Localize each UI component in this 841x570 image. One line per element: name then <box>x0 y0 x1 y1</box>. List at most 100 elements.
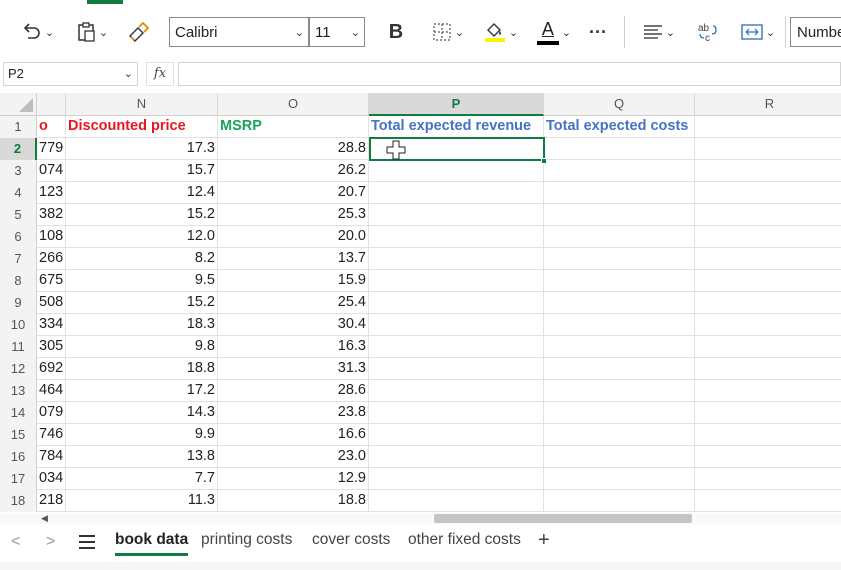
cell-n6[interactable]: 12.0 <box>66 226 218 248</box>
cell-r9[interactable] <box>695 292 841 314</box>
cell-o4[interactable]: 20.7 <box>218 182 369 204</box>
cell-p8[interactable] <box>369 270 544 292</box>
cell-p4[interactable] <box>369 182 544 204</box>
cell-q17[interactable] <box>544 468 695 490</box>
cell-r2[interactable] <box>695 138 841 160</box>
bold-button[interactable]: B <box>382 16 410 48</box>
sheet-tab-printing-costs[interactable]: printing costs <box>201 530 292 556</box>
formula-input[interactable] <box>178 62 841 86</box>
cell-m13[interactable]: 464 <box>37 380 66 402</box>
column-header-r[interactable]: R <box>695 93 841 116</box>
name-box[interactable]: P2 ⌄ <box>3 62 138 86</box>
number-format-select[interactable]: Number <box>790 17 841 47</box>
cell-o14[interactable]: 23.8 <box>218 402 369 424</box>
sheet-tab-other-fixed-costs[interactable]: other fixed costs <box>408 530 521 556</box>
scroll-left-icon[interactable]: ◀ <box>41 513 48 524</box>
cell-q10[interactable] <box>544 314 695 336</box>
cell-q2[interactable] <box>544 138 695 160</box>
cell-n3[interactable]: 15.7 <box>66 160 218 182</box>
cell-m2[interactable]: 779 <box>37 138 66 160</box>
wrap-text-button[interactable]: ab c <box>694 16 720 48</box>
cell-n8[interactable]: 9.5 <box>66 270 218 292</box>
cell-p9[interactable] <box>369 292 544 314</box>
sheet-tab-cover-costs[interactable]: cover costs <box>312 530 390 556</box>
cell-o18[interactable]: 18.8 <box>218 490 369 512</box>
row-header-7[interactable]: 7 <box>0 248 37 270</box>
cell-n13[interactable]: 17.2 <box>66 380 218 402</box>
cell-p11[interactable] <box>369 336 544 358</box>
paste-button[interactable]: ⌄ <box>72 16 112 48</box>
cell-o12[interactable]: 31.3 <box>218 358 369 380</box>
cell-o7[interactable]: 13.7 <box>218 248 369 270</box>
borders-button[interactable]: ⌄ <box>427 16 469 48</box>
cell-q11[interactable] <box>544 336 695 358</box>
column-header-o[interactable]: O <box>218 93 369 116</box>
cell-p7[interactable] <box>369 248 544 270</box>
cell-r17[interactable] <box>695 468 841 490</box>
row-header-4[interactable]: 4 <box>0 182 37 204</box>
cell-q5[interactable] <box>544 204 695 226</box>
cell-m4[interactable]: 123 <box>37 182 66 204</box>
cell-m12[interactable]: 692 <box>37 358 66 380</box>
cell-o17[interactable]: 12.9 <box>218 468 369 490</box>
cell-p1[interactable]: Total expected revenue <box>369 116 544 138</box>
cell-m17[interactable]: 034 <box>37 468 66 490</box>
row-header-5[interactable]: 5 <box>0 204 37 226</box>
cell-r13[interactable] <box>695 380 841 402</box>
cell-r10[interactable] <box>695 314 841 336</box>
cell-o11[interactable]: 16.3 <box>218 336 369 358</box>
cell-n1[interactable]: Discounted price <box>66 116 218 138</box>
cell-o3[interactable]: 26.2 <box>218 160 369 182</box>
row-header-18[interactable]: 18 <box>0 490 37 512</box>
row-header-12[interactable]: 12 <box>0 358 37 380</box>
fill-color-button[interactable]: ⌄ <box>480 16 522 48</box>
cell-p14[interactable] <box>369 402 544 424</box>
row-header-6[interactable]: 6 <box>0 226 37 248</box>
cell-m11[interactable]: 305 <box>37 336 66 358</box>
select-all-button[interactable] <box>0 93 37 116</box>
all-sheets-menu-icon[interactable] <box>79 535 95 549</box>
scrollbar-thumb[interactable] <box>434 514 692 523</box>
cell-p16[interactable] <box>369 446 544 468</box>
cell-o16[interactable]: 23.0 <box>218 446 369 468</box>
cell-n4[interactable]: 12.4 <box>66 182 218 204</box>
sheet-tab-book-data[interactable]: book data <box>115 530 189 556</box>
font-size-select[interactable]: 11 ⌄ <box>309 17 365 47</box>
cell-r16[interactable] <box>695 446 841 468</box>
cell-q1[interactable]: Total expected costs <box>544 116 695 138</box>
cell-n5[interactable]: 15.2 <box>66 204 218 226</box>
cell-r3[interactable] <box>695 160 841 182</box>
cell-n10[interactable]: 18.3 <box>66 314 218 336</box>
cell-o8[interactable]: 15.9 <box>218 270 369 292</box>
insert-function-button[interactable]: fx <box>146 62 174 86</box>
cell-o15[interactable]: 16.6 <box>218 424 369 446</box>
cell-p13[interactable] <box>369 380 544 402</box>
cell-m18[interactable]: 218 <box>37 490 66 512</box>
cell-m6[interactable]: 108 <box>37 226 66 248</box>
column-header-m[interactable] <box>37 93 66 116</box>
cell-m16[interactable]: 784 <box>37 446 66 468</box>
cell-p5[interactable] <box>369 204 544 226</box>
cell-m10[interactable]: 334 <box>37 314 66 336</box>
next-sheet-icon[interactable]: > <box>46 533 55 551</box>
align-button[interactable]: ⌄ <box>638 16 680 48</box>
add-sheet-icon[interactable]: + <box>538 529 550 552</box>
row-header-9[interactable]: 9 <box>0 292 37 314</box>
cell-q4[interactable] <box>544 182 695 204</box>
cell-q13[interactable] <box>544 380 695 402</box>
cell-n18[interactable]: 11.3 <box>66 490 218 512</box>
column-header-p[interactable]: P <box>369 93 544 116</box>
cell-m7[interactable]: 266 <box>37 248 66 270</box>
cell-p18[interactable] <box>369 490 544 512</box>
row-header-11[interactable]: 11 <box>0 336 37 358</box>
format-painter-button[interactable] <box>124 16 152 48</box>
cell-n11[interactable]: 9.8 <box>66 336 218 358</box>
cell-q18[interactable] <box>544 490 695 512</box>
row-header-13[interactable]: 13 <box>0 380 37 402</box>
cell-q3[interactable] <box>544 160 695 182</box>
row-header-3[interactable]: 3 <box>0 160 37 182</box>
font-color-button[interactable]: A ⌄ <box>533 16 575 48</box>
cell-o6[interactable]: 20.0 <box>218 226 369 248</box>
cell-r6[interactable] <box>695 226 841 248</box>
font-name-select[interactable]: Calibri ⌄ <box>169 17 309 47</box>
